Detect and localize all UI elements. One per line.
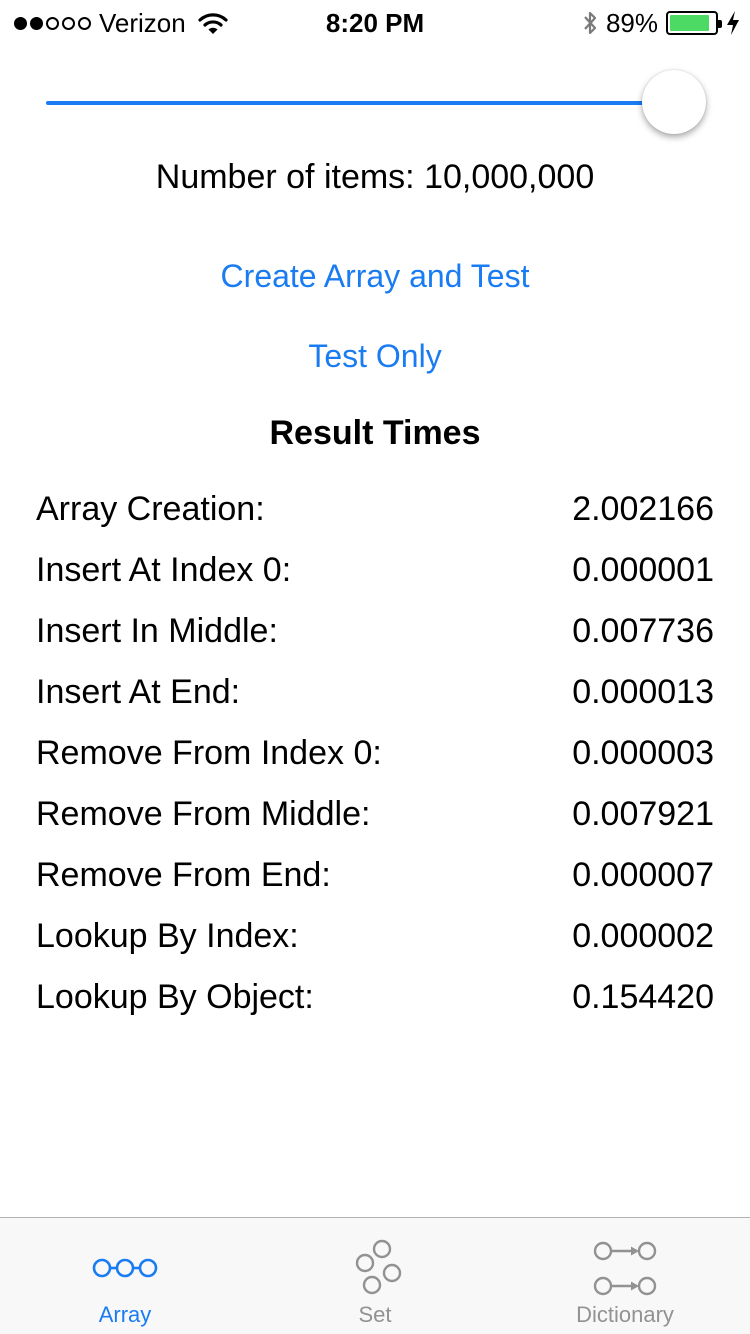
result-value: 0.000013 [572,673,714,711]
result-value: 0.154420 [572,978,714,1016]
slider-track[interactable] [46,101,674,105]
result-label: Lookup By Object: [36,978,314,1016]
result-label: Insert In Middle: [36,612,278,650]
item-count-label: Number of items: 10,000,000 [155,158,595,196]
result-row: Insert At Index 0: 0.000001 [36,547,714,608]
bluetooth-icon [584,11,597,35]
status-bar: Verizon 8:20 PM 89% [0,0,750,40]
result-row: Insert At End: 0.000013 [36,669,714,730]
battery-level [670,15,710,31]
create-array-and-test-button[interactable]: Create Array and Test [0,258,750,295]
result-label: Lookup By Index: [36,917,299,955]
tab-label: Set [358,1302,392,1327]
tab-label: Array [98,1302,152,1327]
charging-bolt-icon [727,11,739,35]
results-title: Result Times [269,414,481,452]
result-label: Insert At End: [36,673,241,711]
result-row: Array Creation: 2.002166 [36,486,714,547]
result-label: Array Creation: [36,490,265,528]
dictionary-icon [593,1241,657,1296]
result-value: 0.007736 [572,612,714,650]
result-value: 0.000001 [572,551,714,589]
result-row: Remove From End: 0.000007 [36,852,714,913]
status-right: 89% [582,8,740,38]
result-label: Remove From End: [36,856,331,894]
result-label: Remove From Index 0: [36,734,382,772]
battery-percent: 89% [605,7,658,38]
array-icon [92,1258,158,1278]
result-row: Remove From Index 0: 0.000003 [36,730,714,791]
result-value: 0.000002 [572,917,714,955]
result-row: Remove From Middle: 0.007921 [36,791,714,852]
slider-thumb[interactable] [642,70,706,134]
result-row: Lookup By Object: 0.154420 [36,974,714,1035]
tab-set[interactable]: Set [250,1218,500,1334]
tab-label: Dictionary [576,1302,674,1327]
result-row: Insert In Middle: 0.007736 [36,608,714,669]
battery-icon [666,11,722,35]
tab-bar: Array Set Dictionary [0,1217,750,1334]
result-value: 0.007921 [572,795,714,833]
result-row: Lookup By Index: 0.000002 [36,913,714,974]
result-label: Remove From Middle: [36,795,371,833]
item-count-slider[interactable] [46,70,706,136]
results-list: Array Creation: 2.002166 Insert At Index … [36,486,714,1035]
test-only-button[interactable]: Test Only [0,338,750,375]
result-value: 2.002166 [572,490,714,528]
battery-tip [718,20,722,28]
tab-dictionary[interactable]: Dictionary [500,1218,750,1334]
set-icon [355,1239,402,1295]
tab-array[interactable]: Array [0,1218,250,1334]
result-value: 0.000007 [572,856,714,894]
result-value: 0.000003 [572,734,714,772]
result-label: Insert At Index 0: [36,551,292,589]
